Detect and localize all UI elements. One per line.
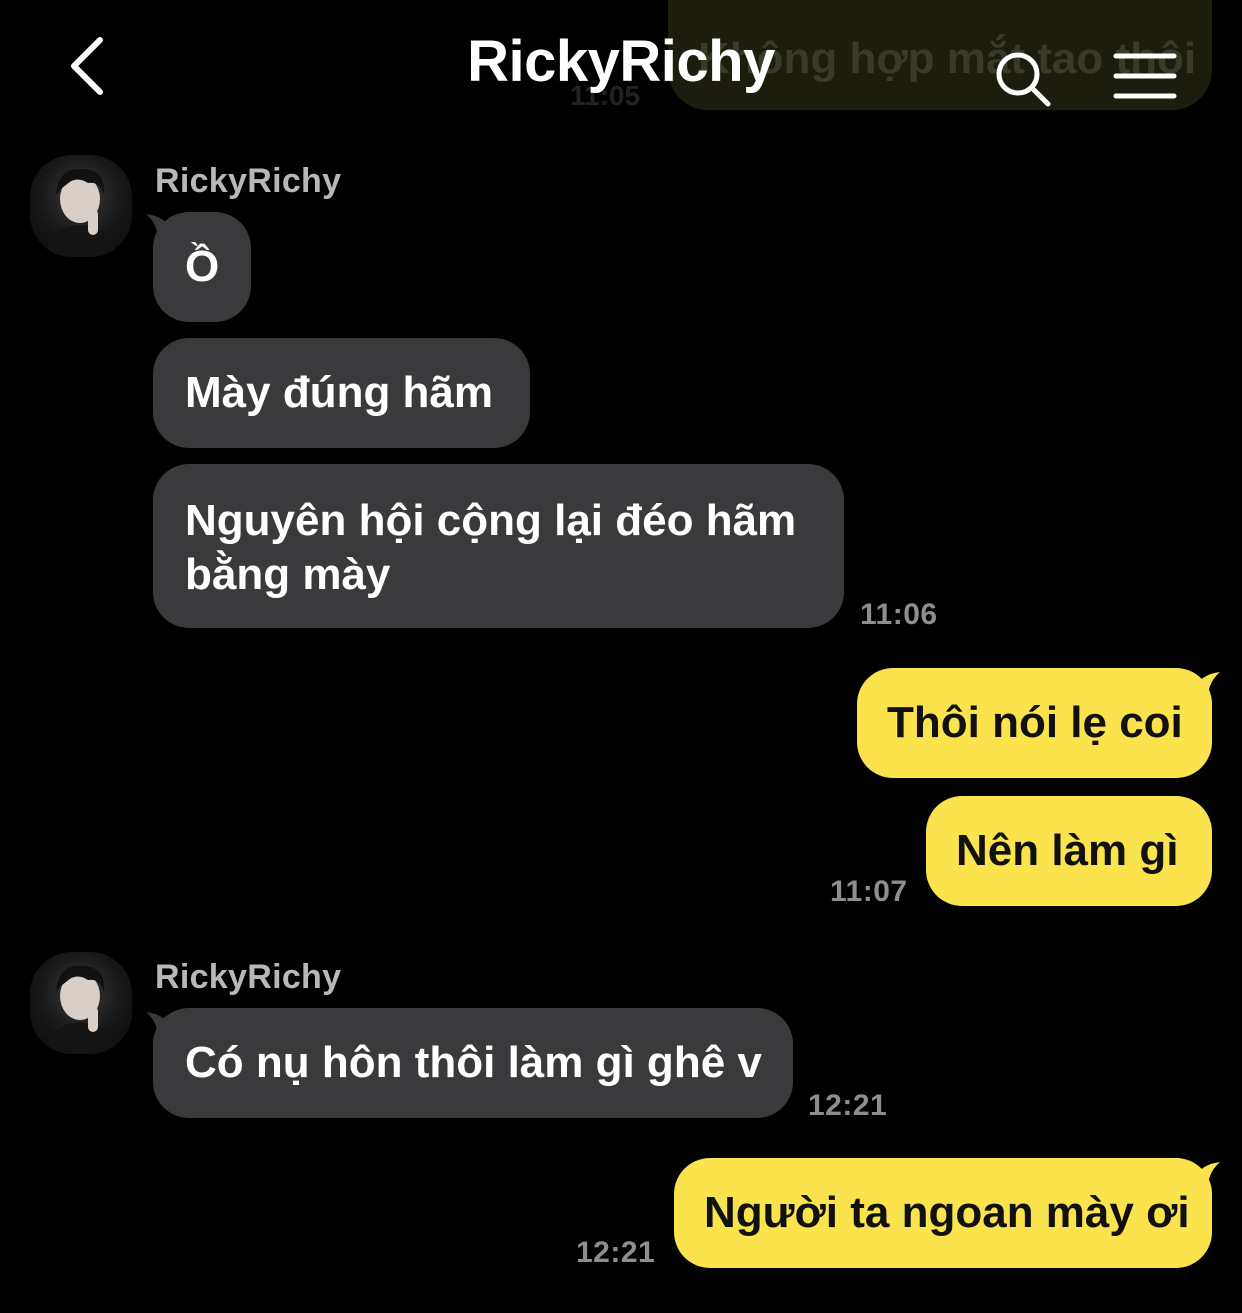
avatar[interactable] <box>30 952 132 1054</box>
hamburger-menu-icon <box>1113 53 1177 99</box>
message-text: Thôi nói lẹ coi <box>887 698 1183 747</box>
message-time: 11:06 <box>860 598 938 631</box>
message-text: Có nụ hôn thôi làm gì ghê v <box>185 1038 762 1087</box>
search-button[interactable] <box>990 48 1056 110</box>
message-bubble[interactable]: Ồ <box>153 212 251 322</box>
message-time: 12:21 <box>808 1089 888 1122</box>
message-text: Nên làm gì <box>956 826 1179 875</box>
avatar[interactable] <box>30 155 132 257</box>
message-bubble[interactable]: Mày đúng hãm <box>153 338 530 448</box>
sender-name: RickyRichy <box>155 162 342 200</box>
message-bubble[interactable]: Có nụ hôn thôi làm gì ghê v <box>153 1008 793 1118</box>
profile-photo-icon <box>46 965 116 1054</box>
sender-name: RickyRichy <box>155 958 342 996</box>
chat-screen: Không hợp mắt tao thôi 11:05 RickyRichy <box>0 0 1242 1313</box>
message-text: Người ta ngoan mày ơi <box>704 1188 1190 1237</box>
message-bubble[interactable]: Nên làm gì <box>926 796 1212 906</box>
message-bubble[interactable]: Thôi nói lẹ coi <box>857 668 1212 778</box>
message-bubble[interactable]: Nguyên hội cộng lại đéo hãm bằng mày <box>153 464 844 628</box>
message-text: Ồ <box>185 242 220 291</box>
message-text-line: Nguyên hội cộng lại đéo hãm <box>185 496 797 545</box>
message-time: 12:21 <box>576 1236 656 1269</box>
message-text-line: bằng mày <box>185 550 391 599</box>
search-icon <box>996 52 1051 107</box>
menu-button[interactable] <box>1112 50 1178 102</box>
message-time: 11:07 <box>830 875 908 908</box>
profile-photo-icon <box>46 168 116 257</box>
message-text: Mày đúng hãm <box>185 368 494 417</box>
message-bubble[interactable]: Người ta ngoan mày ơi <box>674 1158 1212 1268</box>
